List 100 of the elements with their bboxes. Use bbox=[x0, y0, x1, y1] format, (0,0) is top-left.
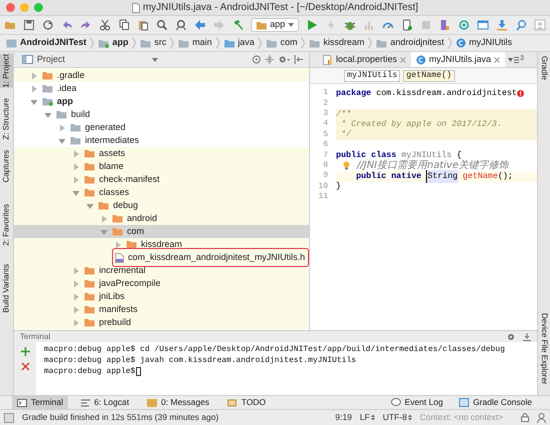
save-icon[interactable] bbox=[23, 19, 35, 31]
add-icon[interactable] bbox=[20, 347, 30, 356]
bug-icon[interactable] bbox=[344, 19, 356, 31]
tree-row[interactable]: incremental bbox=[14, 264, 309, 277]
tool-windows-icon[interactable] bbox=[4, 412, 14, 422]
bulb-icon[interactable] bbox=[343, 161, 350, 170]
expand-arrow-icon[interactable] bbox=[72, 150, 80, 158]
expand-arrow-icon[interactable] bbox=[58, 124, 66, 132]
user-icon[interactable] bbox=[534, 19, 546, 31]
updown-icon[interactable] bbox=[370, 414, 375, 421]
expand-arrow-icon[interactable] bbox=[72, 280, 80, 288]
expand-arrow-icon[interactable] bbox=[30, 72, 38, 80]
redo-icon[interactable] bbox=[80, 19, 92, 31]
tree-row[interactable]: javaPrecompile bbox=[14, 277, 309, 290]
structure-crumb[interactable]: getName() bbox=[403, 70, 454, 82]
tree-row[interactable]: classes bbox=[14, 186, 309, 199]
help-search-icon[interactable] bbox=[515, 19, 528, 31]
caret-icon[interactable] bbox=[152, 58, 158, 62]
run-config-dropdown[interactable]: app bbox=[251, 18, 300, 32]
close-icon[interactable] bbox=[494, 56, 500, 62]
tool-tab[interactable]: 0: Messages bbox=[142, 396, 214, 409]
cut-icon[interactable] bbox=[99, 19, 111, 31]
expand-arrow-icon[interactable] bbox=[72, 318, 80, 326]
tree-row[interactable]: check-manifest bbox=[14, 173, 309, 186]
breadcrumb-item[interactable]: myJNIUtils bbox=[456, 36, 512, 50]
breadcrumb-item[interactable]: app bbox=[98, 36, 128, 50]
line-separator[interactable]: LF bbox=[360, 411, 375, 424]
paste-icon[interactable] bbox=[137, 19, 149, 31]
expand-arrow-icon[interactable] bbox=[30, 98, 38, 106]
expand-arrow-icon[interactable] bbox=[72, 176, 80, 184]
settings-icon[interactable] bbox=[278, 55, 290, 64]
tree-row[interactable]: manifests bbox=[14, 303, 309, 316]
tool-tab[interactable]: Event Log bbox=[386, 396, 447, 409]
breadcrumb-item[interactable]: kissdream bbox=[309, 36, 364, 50]
tree-row[interactable]: android bbox=[14, 212, 309, 225]
window-icon[interactable] bbox=[477, 19, 490, 31]
collapse-icon[interactable] bbox=[265, 55, 274, 64]
tree-row[interactable]: debug bbox=[14, 199, 309, 212]
tree-row[interactable]: prebuild bbox=[14, 316, 309, 329]
expand-arrow-icon[interactable] bbox=[72, 306, 80, 314]
tree-row[interactable]: .gradle bbox=[14, 69, 309, 82]
expand-arrow-icon[interactable] bbox=[72, 292, 80, 300]
gradle-sync-icon[interactable] bbox=[458, 19, 470, 31]
hammer-icon[interactable] bbox=[232, 19, 244, 31]
sync-icon[interactable] bbox=[42, 19, 54, 31]
tool-tab[interactable]: TODO bbox=[222, 396, 271, 409]
tool-window-tab[interactable]: 1: Project bbox=[0, 54, 13, 88]
tool-tab[interactable]: 6: Logcat bbox=[76, 396, 134, 409]
close-button[interactable] bbox=[6, 3, 15, 12]
tool-window-tab[interactable]: Z: Structure bbox=[0, 98, 13, 140]
breadcrumb-item[interactable]: main bbox=[178, 36, 212, 50]
tree-row[interactable]: blame bbox=[14, 160, 309, 173]
expand-arrow-icon[interactable] bbox=[86, 202, 94, 210]
user-icon[interactable] bbox=[537, 412, 546, 422]
tool-tab[interactable]: Terminal bbox=[12, 396, 68, 409]
open-icon[interactable] bbox=[4, 19, 16, 31]
tool-window-tab[interactable]: Device File Explorer bbox=[538, 313, 550, 385]
undo-icon[interactable] bbox=[61, 19, 73, 31]
expand-arrow-icon[interactable] bbox=[58, 136, 66, 144]
tool-window-tab[interactable]: Build Variants bbox=[0, 264, 13, 313]
expand-arrow-icon[interactable] bbox=[44, 110, 52, 118]
tool-window-tab[interactable]: 2: Favorites bbox=[0, 204, 13, 246]
search-icon[interactable] bbox=[156, 19, 168, 31]
structure-crumb[interactable]: myJNIUtils bbox=[344, 70, 400, 82]
close-icon[interactable] bbox=[400, 56, 406, 62]
tree-row[interactable]: com bbox=[14, 225, 309, 238]
lock-icon[interactable] bbox=[521, 413, 529, 422]
locate-icon[interactable] bbox=[252, 55, 261, 64]
settings-icon[interactable] bbox=[507, 332, 517, 340]
editor-tab[interactable]: myJNIUtils.java bbox=[411, 52, 506, 67]
tree-label: intermediates bbox=[85, 134, 140, 147]
tool-window-tab[interactable]: Gradle bbox=[538, 56, 550, 80]
tool-tab[interactable]: Gradle Console bbox=[454, 396, 536, 409]
tool-window-tab[interactable]: Captures bbox=[0, 150, 13, 182]
tree-row[interactable]: assets bbox=[14, 147, 309, 160]
updown-icon[interactable] bbox=[408, 414, 412, 421]
structure-icon[interactable] bbox=[439, 19, 452, 31]
expand-arrow-icon[interactable] bbox=[72, 188, 80, 196]
expand-arrow-icon[interactable] bbox=[114, 240, 122, 248]
expand-arrow-icon[interactable] bbox=[100, 228, 108, 236]
breadcrumb-item[interactable]: java bbox=[224, 36, 254, 50]
expand-arrow-icon[interactable] bbox=[72, 162, 80, 170]
close-icon[interactable] bbox=[20, 362, 30, 371]
breadcrumb-item[interactable]: AndroidJNITest bbox=[6, 36, 86, 50]
tree-row[interactable]: jniLibs bbox=[14, 290, 309, 303]
device-icon[interactable] bbox=[401, 19, 414, 31]
copy-icon[interactable] bbox=[118, 19, 130, 31]
expand-arrow-icon[interactable] bbox=[72, 266, 80, 274]
caret-position[interactable]: 9:19 bbox=[335, 411, 352, 424]
breadcrumb-item[interactable]: androidjnitest bbox=[376, 36, 444, 50]
breadcrumb-item[interactable]: src bbox=[140, 36, 166, 50]
expand-arrow-icon[interactable] bbox=[30, 84, 38, 92]
download-icon[interactable] bbox=[496, 19, 508, 31]
file-encoding[interactable]: UTF-8 bbox=[382, 411, 412, 424]
run-icon[interactable] bbox=[306, 19, 318, 31]
expand-arrow-icon[interactable] bbox=[100, 214, 108, 222]
tree-row[interactable]: kissdream bbox=[14, 238, 309, 251]
zoom-button[interactable] bbox=[34, 3, 43, 12]
breadcrumb-item[interactable]: com bbox=[266, 36, 298, 50]
back-icon[interactable] bbox=[194, 19, 206, 31]
